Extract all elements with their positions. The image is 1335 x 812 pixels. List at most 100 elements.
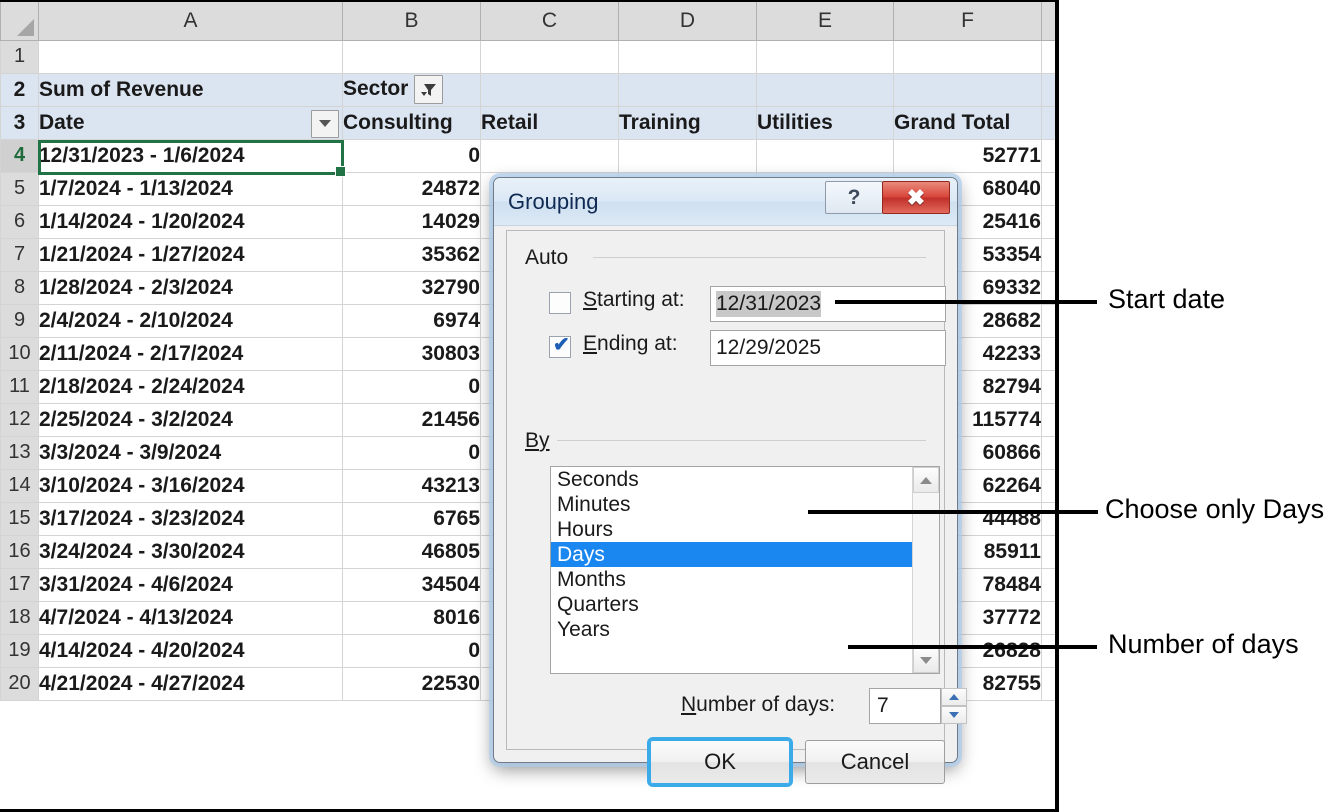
cell-consulting-18[interactable]: 8016: [343, 601, 481, 634]
row-header-12[interactable]: 12: [1, 403, 39, 436]
by-option-months[interactable]: Months: [551, 567, 912, 592]
cell-a15[interactable]: 3/17/2024 - 3/23/2024: [39, 502, 343, 535]
sector-filter-icon[interactable]: [414, 75, 443, 104]
cell-a20[interactable]: 4/21/2024 - 4/27/2024: [39, 667, 343, 700]
cell-a5[interactable]: 1/7/2024 - 1/13/2024: [39, 172, 343, 205]
row-header-19[interactable]: 19: [1, 634, 39, 667]
by-option-years[interactable]: Years: [551, 617, 912, 642]
pivot-value-title[interactable]: Sum of Revenue: [39, 73, 343, 106]
by-option-days[interactable]: Days: [551, 542, 912, 567]
cell-consulting-12[interactable]: 21456: [343, 403, 481, 436]
cell-g6[interactable]: [1042, 205, 1056, 238]
cell-consulting-5[interactable]: 24872: [343, 172, 481, 205]
column-header-a[interactable]: A: [39, 2, 343, 40]
cell-consulting-14[interactable]: 43213: [343, 469, 481, 502]
number-of-days-stepper[interactable]: [941, 688, 967, 724]
cell-g20[interactable]: [1042, 667, 1056, 700]
cell-grand-total-4[interactable]: 52771: [894, 139, 1042, 172]
cell-a10[interactable]: 2/11/2024 - 2/17/2024: [39, 337, 343, 370]
cell-g2[interactable]: [1042, 73, 1056, 106]
cell-g13[interactable]: [1042, 436, 1056, 469]
row-header-14[interactable]: 14: [1, 469, 39, 502]
cell-d1[interactable]: [619, 40, 757, 73]
row-header-4[interactable]: 4: [1, 139, 39, 172]
cell-g9[interactable]: [1042, 304, 1056, 337]
column-header-b[interactable]: B: [343, 2, 481, 40]
cell-g14[interactable]: [1042, 469, 1056, 502]
cell-b1[interactable]: [343, 40, 481, 73]
cell-consulting-6[interactable]: 14029: [343, 205, 481, 238]
by-option-seconds[interactable]: Seconds: [551, 467, 912, 492]
cell-a12[interactable]: 2/25/2024 - 3/2/2024: [39, 403, 343, 436]
cell-g16[interactable]: [1042, 535, 1056, 568]
cell-consulting-4[interactable]: 0: [343, 139, 481, 172]
help-icon[interactable]: ?: [825, 181, 883, 214]
cell-e1[interactable]: [757, 40, 894, 73]
cell-utilities-4[interactable]: [757, 139, 894, 172]
dialog-title-bar[interactable]: Grouping ? ✖: [494, 178, 957, 226]
cell-g7[interactable]: [1042, 238, 1056, 271]
row-header-1[interactable]: 1: [1, 40, 39, 73]
cell-a11[interactable]: 2/18/2024 - 2/24/2024: [39, 370, 343, 403]
starting-at-checkbox[interactable]: [549, 292, 571, 314]
column-header-c[interactable]: C: [481, 2, 619, 40]
row-header-18[interactable]: 18: [1, 601, 39, 634]
cell-consulting-13[interactable]: 0: [343, 436, 481, 469]
row-header-13[interactable]: 13: [1, 436, 39, 469]
by-option-quarters[interactable]: Quarters: [551, 592, 912, 617]
cell-g1[interactable]: [1042, 40, 1056, 73]
cell-a7[interactable]: 1/21/2024 - 1/27/2024: [39, 238, 343, 271]
pivot-column-field[interactable]: Sector: [343, 73, 481, 106]
row-header-9[interactable]: 9: [1, 304, 39, 337]
row-header-8[interactable]: 8: [1, 271, 39, 304]
select-all-corner[interactable]: [1, 2, 39, 40]
row-header-20[interactable]: 20: [1, 667, 39, 700]
cell-a8[interactable]: 1/28/2024 - 2/3/2024: [39, 271, 343, 304]
row-header-7[interactable]: 7: [1, 238, 39, 271]
cell-consulting-7[interactable]: 35362: [343, 238, 481, 271]
pivot-row-field[interactable]: Date: [39, 106, 343, 139]
cell-f2[interactable]: [894, 73, 1042, 106]
cell-a13[interactable]: 3/3/2024 - 3/9/2024: [39, 436, 343, 469]
cell-g18[interactable]: [1042, 601, 1056, 634]
cell-g10[interactable]: [1042, 337, 1056, 370]
cell-retail-4[interactable]: [481, 139, 619, 172]
column-header-e[interactable]: E: [757, 2, 894, 40]
row-header-17[interactable]: 17: [1, 568, 39, 601]
cell-consulting-16[interactable]: 46805: [343, 535, 481, 568]
stepper-up-button[interactable]: [941, 688, 967, 706]
cell-consulting-9[interactable]: 6974: [343, 304, 481, 337]
cell-a9[interactable]: 2/4/2024 - 2/10/2024: [39, 304, 343, 337]
cell-consulting-11[interactable]: 0: [343, 370, 481, 403]
cell-a17[interactable]: 3/31/2024 - 4/6/2024: [39, 568, 343, 601]
column-header-f[interactable]: F: [894, 2, 1042, 40]
column-header-d[interactable]: D: [619, 2, 757, 40]
cell-g17[interactable]: [1042, 568, 1056, 601]
cell-training-4[interactable]: [619, 139, 757, 172]
cell-a16[interactable]: 3/24/2024 - 3/30/2024: [39, 535, 343, 568]
cancel-button[interactable]: Cancel: [805, 740, 945, 784]
date-filter-dropdown-icon[interactable]: [311, 110, 339, 138]
cell-g4[interactable]: [1042, 139, 1056, 172]
cell-g5[interactable]: [1042, 172, 1056, 205]
cell-consulting-15[interactable]: 6765: [343, 502, 481, 535]
by-list-scrollbar[interactable]: [912, 467, 939, 673]
cell-consulting-19[interactable]: 0: [343, 634, 481, 667]
starting-at-field[interactable]: 12/31/2023: [710, 286, 946, 322]
row-header-16[interactable]: 16: [1, 535, 39, 568]
row-header-15[interactable]: 15: [1, 502, 39, 535]
scroll-down-button[interactable]: [913, 647, 939, 673]
cell-f1[interactable]: [894, 40, 1042, 73]
cell-g15[interactable]: [1042, 502, 1056, 535]
ending-at-checkbox[interactable]: ✔: [549, 336, 571, 358]
cell-consulting-17[interactable]: 34504: [343, 568, 481, 601]
stepper-down-button[interactable]: [941, 706, 967, 724]
scroll-up-button[interactable]: [913, 467, 939, 493]
by-unit-listbox[interactable]: SecondsMinutesHoursDaysMonthsQuartersYea…: [550, 466, 940, 674]
row-header-2[interactable]: 2: [1, 73, 39, 106]
cell-a18[interactable]: 4/7/2024 - 4/13/2024: [39, 601, 343, 634]
cell-e2[interactable]: [757, 73, 894, 106]
row-header-5[interactable]: 5: [1, 172, 39, 205]
cell-a1[interactable]: [39, 40, 343, 73]
close-icon[interactable]: ✖: [882, 181, 950, 214]
